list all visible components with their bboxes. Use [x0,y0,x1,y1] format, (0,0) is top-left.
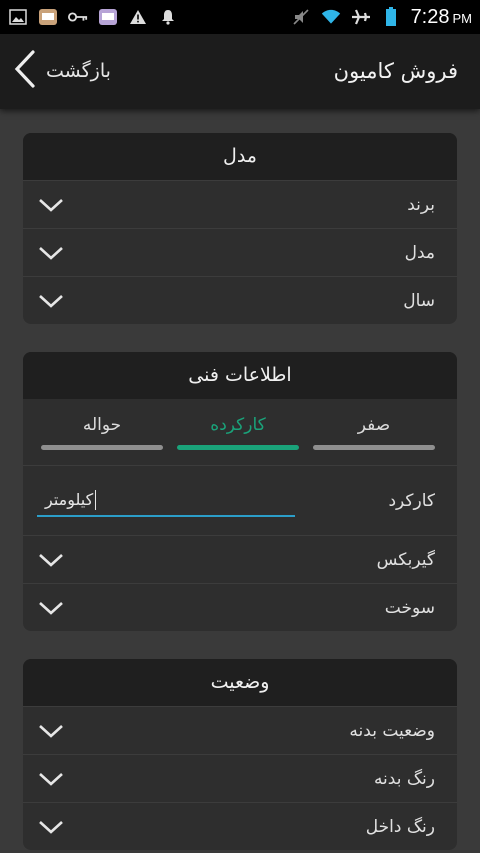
fuel-label: سوخت [384,597,435,618]
segment-used-label: کارکرده [210,414,266,435]
wifi-icon [321,8,341,26]
segment-used-indicator [177,444,299,450]
condition-segmented-control: حواله کارکرده صفر [23,399,457,465]
chevron-left-icon [14,50,36,92]
tech-info-title: اطلاعات فنی [23,352,457,399]
app2-icon [98,8,118,26]
image-icon [8,8,28,26]
condition-card: وضعیت وضعیت بدنه رنگ بدنه رنگ داخل [23,659,457,850]
model-label: مدل [404,242,435,263]
mileage-value: کیلومتر [45,490,94,509]
back-button[interactable]: بازگشت [14,48,111,94]
app-icon [38,8,58,26]
model-card-title: مدل [23,133,457,180]
segment-transfer[interactable]: حواله [41,399,163,465]
model-dropdown[interactable]: مدل [23,228,457,276]
segment-new-label: صفر [357,414,391,435]
status-bar: 7:28 PM [0,0,480,34]
year-label: سال [403,290,435,311]
fuel-dropdown[interactable]: سوخت [23,583,457,631]
mileage-input[interactable]: کیلومتر [37,485,295,517]
brand-label: برند [407,194,435,215]
year-dropdown[interactable]: سال [23,276,457,324]
model-card: مدل برند مدل سال [23,133,457,324]
bell-icon [158,8,178,26]
mileage-row: کیلومتر کارکرد [23,465,457,535]
body-condition-dropdown[interactable]: وضعیت بدنه [23,706,457,754]
app-header: بازگشت فروش کامیون [0,34,480,109]
interior-color-dropdown[interactable]: رنگ داخل [23,802,457,850]
chevron-down-icon [37,817,65,837]
brand-dropdown[interactable]: برند [23,180,457,228]
gearbox-label: گیربکس [376,549,435,570]
warning-icon [128,8,148,26]
back-label: بازگشت [46,60,111,82]
mileage-label: کارکرد [388,490,435,511]
chevron-down-icon [37,291,65,311]
segment-transfer-indicator [41,444,163,450]
text-caret [95,489,97,510]
body-condition-label: وضعیت بدنه [349,720,435,741]
segment-new[interactable]: صفر [313,399,435,465]
segment-used[interactable]: کارکرده [177,399,299,465]
battery-icon [381,7,401,26]
page-title: فروش کامیون [333,59,458,83]
airplane-icon [351,8,371,26]
chevron-down-icon [37,195,65,215]
segment-transfer-label: حواله [82,414,122,435]
chevron-down-icon [37,769,65,789]
interior-color-label: رنگ داخل [365,816,435,837]
condition-card-title: وضعیت [23,659,457,706]
body-color-dropdown[interactable]: رنگ بدنه [23,754,457,802]
chevron-down-icon [37,598,65,618]
tech-info-card: اطلاعات فنی حواله کارکرده صفر کیلومتر کا… [23,352,457,631]
chevron-down-icon [37,721,65,741]
segment-new-indicator [313,444,435,450]
key-icon [68,8,88,26]
chevron-down-icon [37,550,65,570]
mute-icon [291,8,311,26]
body-color-label: رنگ بدنه [373,768,435,789]
chevron-down-icon [37,243,65,263]
gearbox-dropdown[interactable]: گیربکس [23,535,457,583]
clock: 7:28 PM [410,5,472,28]
